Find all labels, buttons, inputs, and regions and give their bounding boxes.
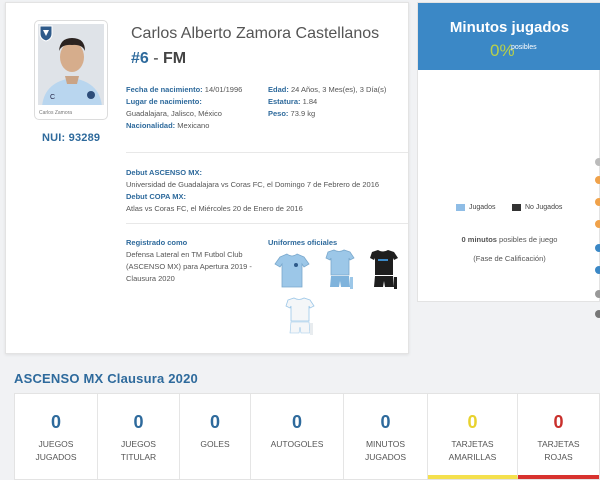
minutes-header: Minutos jugados 0% posibles	[418, 3, 600, 70]
stat-label: TARJETAS ROJAS	[537, 439, 580, 462]
third-kit-icon[interactable]	[282, 297, 316, 339]
stat-label: JUEGOS TITULAR	[120, 439, 157, 462]
registration-line: Defensa Lateral en TM Futbol Club	[126, 250, 243, 259]
info-right-column: Edad: 24 Años, 3 Mes(es), 3 Día(s) Estat…	[268, 84, 408, 120]
debut-ascenso-text: Universidad de Guadalajara vs Coras FC, …	[126, 180, 380, 189]
registration-label: Registrado como	[126, 238, 188, 247]
photo-caption: Carlos Zamora	[39, 110, 73, 116]
indicator-dot	[595, 244, 600, 252]
birth-date-label: Fecha de nacimiento:	[126, 85, 203, 94]
birth-place-value: Guadalajara, Jalisco, México	[126, 109, 222, 118]
indicator-dot	[595, 158, 600, 166]
season-stats: 0 JUEGOS JUGADOS 0 JUEGOS TITULAR 0 GOLES …	[14, 393, 600, 480]
stat-value: 0	[133, 412, 144, 432]
home-kit-full-icon[interactable]	[322, 249, 356, 295]
uniforms-label: Uniformes oficiales	[268, 238, 338, 247]
player-number-position: #6 - FM	[131, 50, 186, 68]
stat-label: JUEGOS JUGADOS	[35, 439, 77, 462]
legend-played-swatch	[456, 204, 465, 211]
weight-value: 73.9 kg	[290, 109, 316, 118]
minutes-percent-suffix: posibles	[511, 44, 537, 51]
away-kit-icon[interactable]	[366, 249, 400, 295]
height-label: Estatura:	[268, 97, 301, 106]
debut-section: Debut ASCENSO MX: Universidad de Guadala…	[126, 167, 408, 215]
legend-not-played[interactable]: No Jugados	[512, 204, 562, 211]
indicator-dot	[595, 266, 600, 274]
player-nui: NUI: 93289	[42, 132, 101, 144]
uniforms-heading: Uniformes oficiales	[268, 237, 337, 249]
number-separator: -	[148, 50, 164, 67]
indicator-dot	[595, 176, 600, 184]
indicator-dot	[595, 310, 600, 318]
stat-games-started: 0 JUEGOS TITULAR	[98, 394, 180, 479]
registration-line: Clausura 2020	[126, 274, 175, 283]
legend-not-played-swatch	[512, 204, 521, 211]
nationality-label: Nacionalidad:	[126, 121, 176, 130]
stat-value: 0	[291, 412, 302, 432]
player-card: C Carlos Zamora NUI: 93289 Carlos Albert…	[5, 2, 409, 354]
debut-copa-label: Debut COPA MX:	[126, 192, 186, 201]
player-photo: C Carlos Zamora	[34, 20, 108, 120]
player-number: #6	[131, 50, 149, 67]
section-divider	[126, 152, 408, 153]
legend-played-label: Jugados	[469, 204, 496, 211]
registration-section: Registrado como Defensa Lateral en TM Fu…	[126, 237, 268, 285]
home-kit-icon[interactable]	[274, 253, 310, 291]
stat-own-goals: 0 AUTOGOLES	[251, 394, 344, 479]
svg-text:C: C	[50, 94, 55, 101]
birth-date-value: 14/01/1996	[204, 85, 243, 94]
indicator-dot	[595, 290, 600, 298]
debut-copa-text: Atlas vs Coras FC, el Miércoles 20 de En…	[126, 204, 303, 213]
height-value: 1.84	[302, 97, 318, 106]
season-title: ASCENSO MX Clausura 2020	[14, 371, 198, 386]
legend-played[interactable]: Jugados	[456, 204, 495, 211]
stat-label: AUTOGOLES	[270, 439, 324, 449]
age-label: Edad:	[268, 85, 289, 94]
info-left-column: Fecha de nacimiento: 14/01/1996 Lugar de…	[126, 84, 266, 132]
minutes-summary: 0 minutos posibles de juego	[418, 235, 600, 244]
player-position: FM	[163, 50, 187, 67]
weight-label: Peso:	[268, 109, 289, 118]
player-name: Carlos Alberto Zamora Castellanos	[131, 25, 380, 42]
stat-value: 0	[467, 412, 478, 432]
stat-minutes-played: 0 MINUTOS JUGADOS	[344, 394, 428, 479]
registration-line: (ASCENSO MX) para Apertura 2019 -	[126, 262, 252, 271]
age-value: 24 Años, 3 Mes(es), 3 Día(s)	[290, 85, 387, 94]
stat-label: TARJETAS AMARILLAS	[448, 439, 497, 462]
stat-value: 0	[209, 412, 220, 432]
birth-place-label: Lugar de nacimiento:	[126, 97, 202, 106]
stat-value: 0	[553, 412, 564, 432]
indicator-dot	[595, 198, 600, 206]
club-badge-icon	[39, 25, 53, 42]
section-divider	[126, 223, 408, 224]
stat-goals: 0 GOLES	[180, 394, 251, 479]
stat-games-played: 0 JUEGOS JUGADOS	[15, 394, 98, 479]
minutes-value: 0 minutos	[461, 235, 497, 244]
minutes-panel: Minutos jugados 0% posibles Jugados No J…	[417, 2, 600, 302]
nationality-value: Mexicano	[177, 121, 210, 130]
debut-ascenso-label: Debut ASCENSO MX:	[126, 168, 202, 177]
minutes-suffix: posibles de juego	[496, 235, 558, 244]
minutes-title: Minutos jugados	[449, 19, 570, 36]
stat-value: 0	[50, 412, 61, 432]
stat-yellow-cards: 0 TARJETAS AMARILLAS	[428, 394, 518, 479]
indicator-dot	[595, 220, 600, 228]
stat-label: GOLES	[200, 439, 230, 449]
legend-not-played-label: No Jugados	[525, 204, 563, 211]
stat-value: 0	[380, 412, 391, 432]
stat-label: MINUTOS JUGADOS	[364, 439, 407, 462]
minutes-phase: (Fase de Calificación)	[473, 254, 546, 263]
stat-red-cards: 0 TARJETAS ROJAS	[518, 394, 599, 479]
